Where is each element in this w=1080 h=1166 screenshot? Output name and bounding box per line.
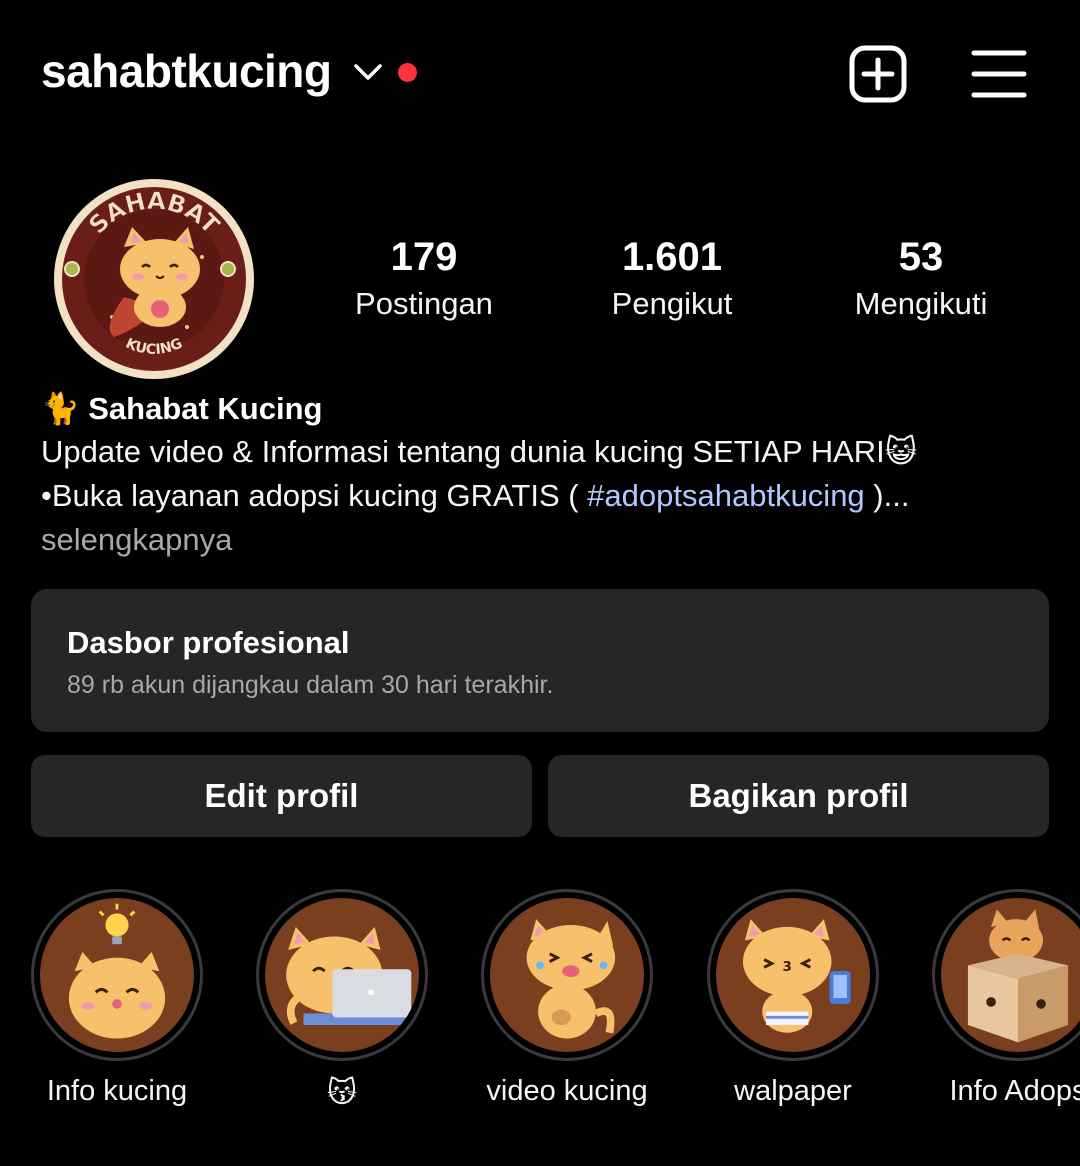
bio-line-2-prefix: •Buka layanan adopsi kucing GRATIS ( — [41, 478, 588, 513]
highlight-emoji-cat[interactable]: 😽 — [252, 889, 432, 1110]
highlight-label: 😽 — [326, 1077, 358, 1109]
stat-following[interactable]: 53 Mengikuti — [811, 232, 1031, 326]
notification-dot — [398, 63, 417, 82]
profile-avatar[interactable]: SAHABAT KUCING — [52, 177, 256, 381]
highlight-ring — [31, 889, 203, 1061]
stat-followers-label: Pengikut — [611, 286, 733, 321]
username-switcher[interactable]: sahabtkucing — [41, 44, 332, 98]
create-post-icon[interactable] — [848, 44, 908, 104]
share-profile-button[interactable]: Bagikan profil — [548, 755, 1049, 837]
highlight-ring — [481, 889, 653, 1061]
box-cat-icon — [967, 909, 1069, 1043]
stat-posts-label: Postingan — [355, 286, 493, 321]
hashtag-link[interactable]: #adoptsahabtkucing — [587, 478, 865, 513]
lightbulb-cat-icon — [68, 903, 166, 1039]
highlight-info-adopsi[interactable]: Info Adops — [928, 889, 1080, 1108]
highlight-label: walpaper — [734, 1075, 852, 1107]
stat-posts-count: 179 — [390, 235, 458, 279]
stat-posts[interactable]: 179 Postingan — [314, 232, 534, 326]
stat-following-label: Mengikuti — [854, 286, 988, 321]
see-more-link[interactable]: selengkapnya — [41, 518, 1061, 562]
highlight-label: Info Adops — [949, 1075, 1080, 1107]
edit-profile-button[interactable]: Edit profil — [31, 755, 532, 837]
dashboard-subtitle: 89 rb akun dijangkau dalam 30 hari terak… — [67, 671, 554, 699]
highlight-ring — [256, 889, 428, 1061]
profile-header: sahabtkucing — [0, 0, 1080, 150]
profile-bio: 🐈 Sahabat Kucing Update video & Informas… — [41, 388, 1061, 562]
stat-followers-count: 1.601 — [621, 235, 723, 279]
highlight-info-kucing[interactable]: Info kucing — [27, 889, 207, 1108]
highlight-walpaper[interactable]: 3 walpaper — [703, 889, 883, 1108]
stat-following-count: 53 — [898, 235, 944, 279]
bio-line-1: Update video & Informasi tentang dunia k… — [41, 434, 918, 469]
stat-followers[interactable]: 1.601 Pengikut — [562, 232, 782, 326]
laptop-cat-icon — [286, 926, 412, 1026]
svg-text:3: 3 — [783, 959, 792, 975]
highlight-ring — [932, 889, 1080, 1061]
professional-dashboard-card[interactable]: Dasbor profesional 89 rb akun dijangkau … — [31, 589, 1049, 732]
bio-line-2: •Buka layanan adopsi kucing GRATIS ( #ad… — [41, 474, 1061, 518]
display-name: 🐈 Sahabat Kucing — [41, 391, 323, 426]
highlight-label: video kucing — [486, 1075, 648, 1107]
laughing-cat-icon — [526, 919, 616, 1039]
dashboard-title: Dasbor profesional — [67, 625, 350, 660]
highlight-label: Info kucing — [46, 1075, 188, 1107]
highlight-ring: 3 — [707, 889, 879, 1061]
highlight-video-kucing[interactable]: video kucing — [477, 889, 657, 1108]
chevron-down-icon[interactable] — [352, 58, 384, 88]
hamburger-menu-icon[interactable] — [970, 48, 1028, 100]
bio-line-2-suffix: )... — [864, 478, 910, 513]
phone-cat-icon: 3 — [742, 919, 851, 1033]
